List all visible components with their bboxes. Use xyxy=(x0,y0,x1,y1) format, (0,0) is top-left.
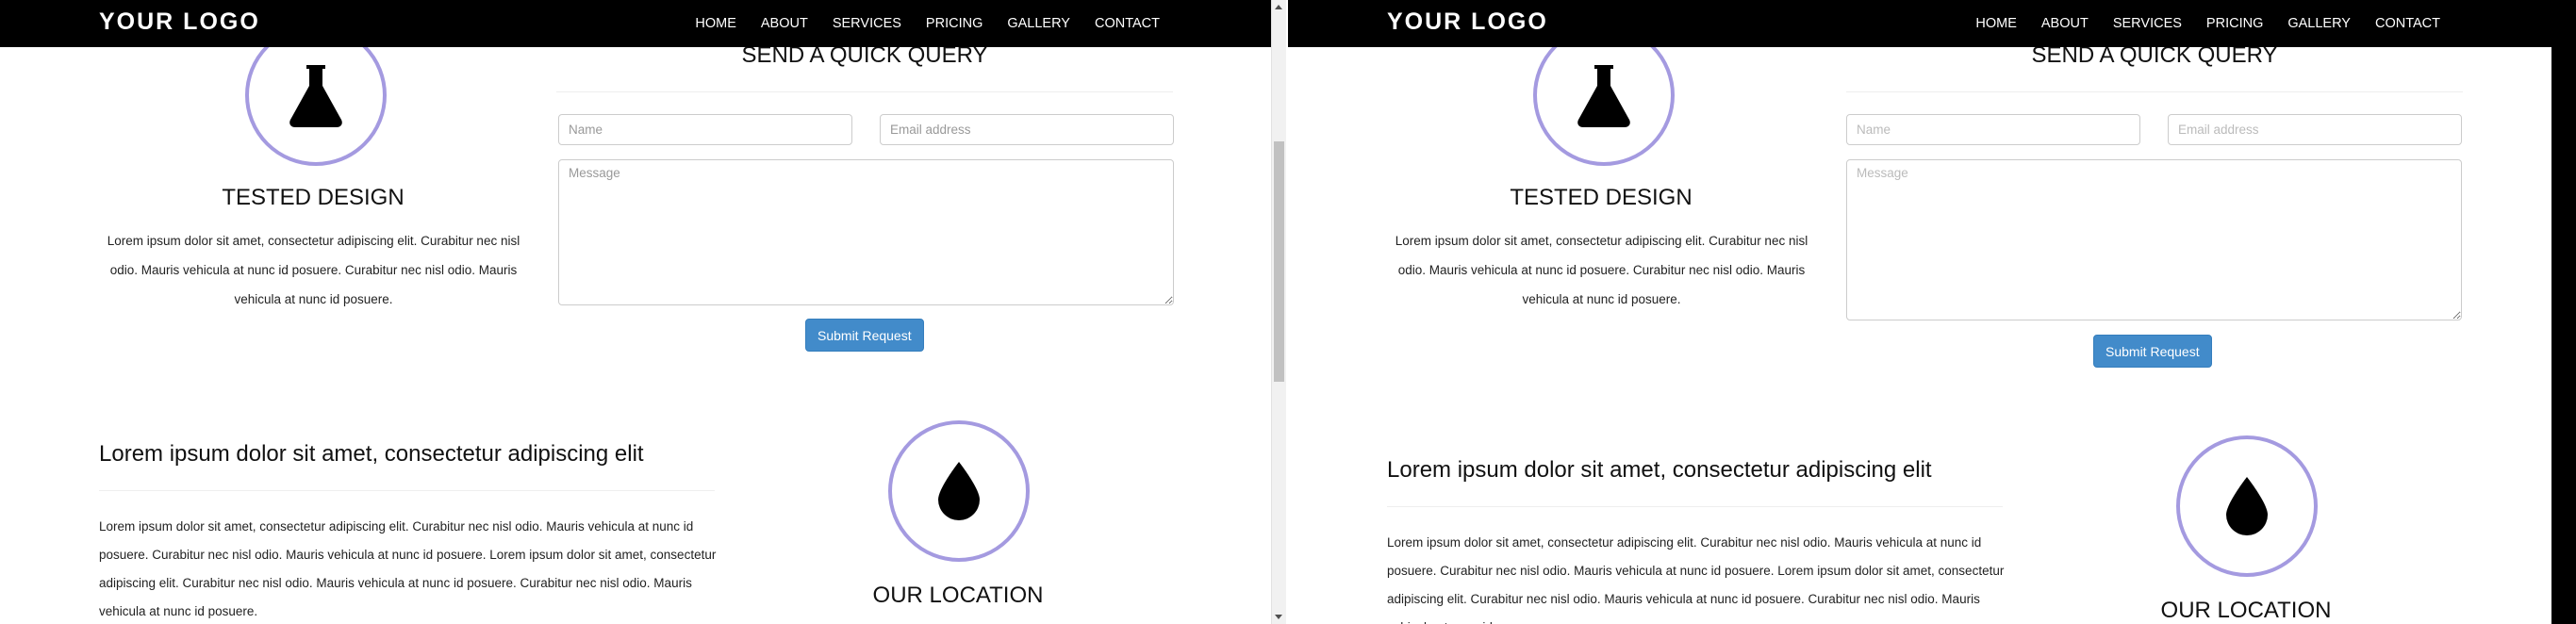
site-logo[interactable]: YOUR LOGO xyxy=(99,8,260,36)
window-edge xyxy=(2551,0,2576,624)
location-icon-circle xyxy=(2176,435,2318,577)
divider xyxy=(1846,91,2463,92)
nav-home[interactable]: HOME xyxy=(695,16,736,31)
nav-menu: HOME ABOUT SERVICES PRICING GALLERY CONT… xyxy=(1951,16,2440,31)
location-title: OUR LOCATION xyxy=(872,583,1044,608)
nav-about[interactable]: ABOUT xyxy=(761,16,808,31)
nav-pricing[interactable]: PRICING xyxy=(2206,16,2263,31)
navbar: YOUR LOGO HOME ABOUT SERVICES PRICING GA… xyxy=(1288,0,2551,47)
scrollbar-thumb[interactable] xyxy=(1274,141,1284,382)
about-heading: Lorem ipsum dolor sit amet, consectetur … xyxy=(99,441,644,467)
email-input[interactable] xyxy=(2168,114,2462,145)
name-input[interactable] xyxy=(1846,114,2140,145)
nav-pricing[interactable]: PRICING xyxy=(926,16,983,31)
scroll-up-arrow-icon[interactable] xyxy=(1275,5,1282,9)
nav-home[interactable]: HOME xyxy=(1975,16,2017,31)
scroll-down-arrow-icon[interactable] xyxy=(1275,615,1282,619)
submit-request-button[interactable]: Submit Request xyxy=(805,319,924,352)
location-icon-circle xyxy=(888,420,1030,562)
email-input[interactable] xyxy=(880,114,1174,145)
feature-text: Lorem ipsum dolor sit amet, consectetur … xyxy=(107,234,520,306)
feature-title: TESTED DESIGN xyxy=(222,185,405,210)
message-textarea[interactable] xyxy=(1846,159,2462,320)
divider xyxy=(99,490,715,491)
browser-pane-right: TESTED DESIGN Lorem ipsum dolor sit amet… xyxy=(1288,0,2551,624)
nav-services[interactable]: SERVICES xyxy=(2113,16,2182,31)
divider xyxy=(1387,506,2003,507)
nav-about[interactable]: ABOUT xyxy=(2041,16,2089,31)
site-logo[interactable]: YOUR LOGO xyxy=(1387,8,1548,36)
browser-pane-left: TESTED DESIGN Lorem ipsum dolor sit amet… xyxy=(0,0,1271,624)
nav-gallery[interactable]: GALLERY xyxy=(1007,16,1070,31)
navbar: YOUR LOGO HOME ABOUT SERVICES PRICING GA… xyxy=(0,0,1271,47)
vertical-scrollbar[interactable] xyxy=(1271,0,1286,624)
nav-gallery[interactable]: GALLERY xyxy=(2287,16,2351,31)
about-paragraph: Lorem ipsum dolor sit amet, consectetur … xyxy=(99,519,717,618)
submit-request-button[interactable]: Submit Request xyxy=(2093,335,2212,368)
about-heading: Lorem ipsum dolor sit amet, consectetur … xyxy=(1387,457,1932,483)
about-paragraph: Lorem ipsum dolor sit amet, consectetur … xyxy=(1387,535,2005,624)
divider xyxy=(556,91,1173,92)
message-textarea[interactable] xyxy=(558,159,1174,305)
feature-title: TESTED DESIGN xyxy=(1510,185,1693,210)
nav-menu: HOME ABOUT SERVICES PRICING GALLERY CONT… xyxy=(670,16,1160,31)
name-input[interactable] xyxy=(558,114,852,145)
feature-text: Lorem ipsum dolor sit amet, consectetur … xyxy=(1395,234,1808,306)
nav-contact[interactable]: CONTACT xyxy=(1095,16,1160,31)
location-title: OUR LOCATION xyxy=(2160,598,2332,623)
nav-services[interactable]: SERVICES xyxy=(833,16,901,31)
nav-contact[interactable]: CONTACT xyxy=(2375,16,2440,31)
